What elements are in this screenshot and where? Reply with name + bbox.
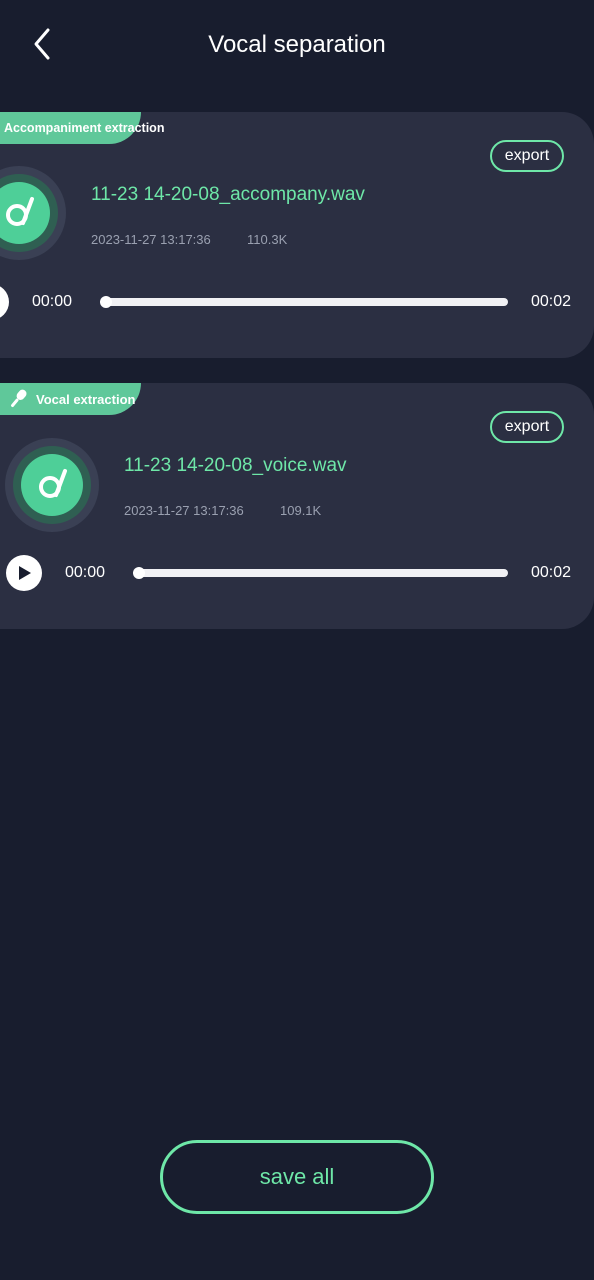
duration: 00:02 xyxy=(530,293,571,310)
export-button[interactable]: export xyxy=(490,140,564,172)
play-button[interactable] xyxy=(0,284,9,320)
music-note-icon xyxy=(6,197,34,226)
progress-knob[interactable] xyxy=(100,296,112,308)
progress-knob[interactable] xyxy=(133,567,145,579)
track-tag-label: Accompaniment extraction xyxy=(4,121,165,135)
page-title: Vocal separation xyxy=(208,31,386,58)
microphone-icon xyxy=(6,387,30,411)
audio-disc-icon xyxy=(0,166,66,260)
music-note-icon xyxy=(39,469,67,498)
progress-slider[interactable] xyxy=(100,296,508,308)
track-tag: Vocal extraction xyxy=(0,383,141,415)
track-date: 2023-11-27 13:17:36 xyxy=(124,503,244,518)
current-time: 00:00 xyxy=(32,293,73,310)
track-card-accompaniment: Accompaniment extraction export 11-23 14… xyxy=(0,112,594,358)
export-button[interactable]: export xyxy=(490,411,564,443)
current-time: 00:00 xyxy=(65,564,106,581)
track-size: 110.3K xyxy=(247,232,288,247)
audio-disc-icon xyxy=(5,438,99,532)
save-all-button[interactable]: save all xyxy=(160,1140,434,1214)
track-tag-label: Vocal extraction xyxy=(36,391,136,407)
duration: 00:02 xyxy=(530,564,571,581)
track-file-name: 11-23 14-20-08_accompany.wav xyxy=(91,184,365,205)
play-icon xyxy=(19,566,31,580)
track-file-name: 11-23 14-20-08_voice.wav xyxy=(124,455,347,476)
progress-slider[interactable] xyxy=(133,567,508,579)
track-tag: Accompaniment extraction xyxy=(0,112,164,144)
play-button[interactable] xyxy=(6,555,42,591)
track-date: 2023-11-27 13:17:36 xyxy=(91,232,211,247)
track-card-vocal: Vocal extraction export 11-23 14-20-08_v… xyxy=(0,383,594,629)
track-size: 109.1K xyxy=(280,503,322,518)
